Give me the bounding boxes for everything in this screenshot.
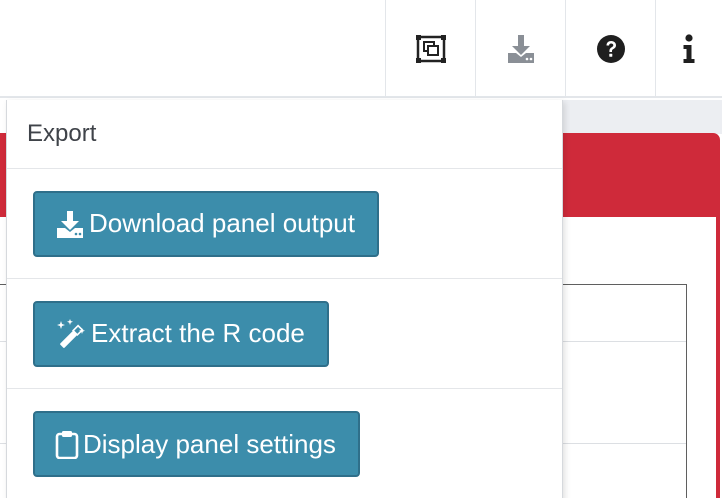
export-popover: Export Download panel output Extract the… <box>6 100 563 498</box>
download-icon <box>55 209 85 239</box>
popover-section-extract: Extract the R code <box>7 279 562 389</box>
top-toolbar <box>0 0 722 98</box>
info-button[interactable] <box>655 0 722 98</box>
app-page: Export Download panel output Extract the… <box>0 0 722 498</box>
popover-section-settings: Display panel settings <box>7 389 562 498</box>
fullscreen-icon <box>415 35 446 63</box>
download-panel-output-button[interactable]: Download panel output <box>33 190 379 257</box>
clipboard-icon <box>55 429 79 459</box>
display-panel-settings-button[interactable]: Display panel settings <box>33 411 360 477</box>
button-label: Display panel settings <box>83 428 336 459</box>
popover-section-download: Download panel output <box>7 169 562 279</box>
popover-title: Export <box>7 100 562 169</box>
question-circle-icon <box>596 34 626 64</box>
button-label: Extract the R code <box>91 318 305 348</box>
help-button[interactable] <box>565 0 655 98</box>
fullscreen-button[interactable] <box>385 0 475 98</box>
background-text-fragment <box>0 238 4 262</box>
download-icon <box>506 34 536 64</box>
info-icon <box>682 34 696 64</box>
magic-wand-icon <box>55 318 87 349</box>
button-label: Download panel output <box>89 208 355 238</box>
download-toolbar-button[interactable] <box>475 0 565 98</box>
extract-r-code-button[interactable]: Extract the R code <box>33 300 329 367</box>
background-gutter <box>562 100 722 134</box>
